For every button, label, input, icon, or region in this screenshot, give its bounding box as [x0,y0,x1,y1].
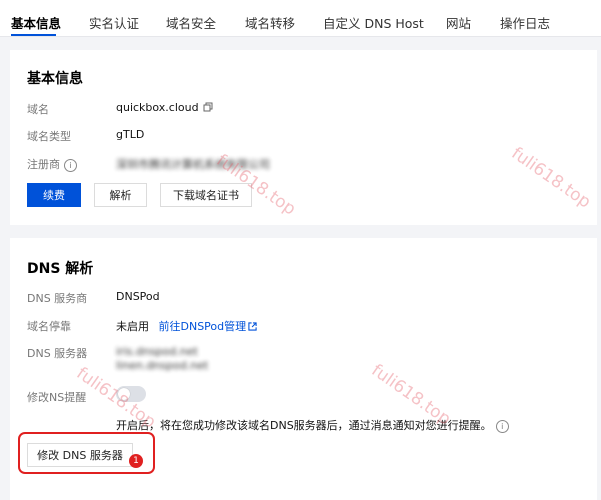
dns-card: DNS 解析 DNS 服务商 DNSPod 域名停靠 未启用 前往DNSPod管… [10,238,597,500]
registrar-value-row: 深圳市腾讯计算机系统有限公司 [116,156,270,172]
dns-title: DNS 解析 [27,261,94,277]
domain-parking-label: 域名停靠 [27,320,71,333]
dns-provider-label: DNS 服务商 [27,292,88,305]
registrar-value: 深圳市腾讯计算机系统有限公司 [116,158,270,171]
domain-type-value: gTLD [116,128,145,141]
domain-value: quickbox.cloud [116,101,199,114]
ns-reminder-toggle[interactable] [116,386,146,402]
download-cert-button[interactable]: 下载域名证书 [160,183,252,207]
tab-basic-info[interactable]: 基本信息 [11,13,61,32]
toggle-knob [118,388,130,400]
domain-parking-status: 未启用 [116,320,149,333]
dnspod-manage-link-text[interactable]: 前往DNSPod管理 [159,320,247,333]
dns-server-2: linen.dnspod.net [116,359,209,372]
basic-info-title: 基本信息 [27,71,83,87]
resolve-button[interactable]: 解析 [94,183,147,207]
tab-custom-dns-host[interactable]: 自定义 DNS Host [323,13,424,32]
dnspod-manage-link[interactable]: 前往DNSPod管理 [159,320,258,333]
info-icon[interactable]: i [64,158,77,172]
basic-info-card: 基本信息 域名 quickbox.cloud 域名类型 gTLD 注册商 i 深圳… [10,50,597,225]
tab-bar: 基本信息 实名认证 域名安全 域名转移 自定义 DNS Host 网站 操作日志 [0,0,601,37]
tab-real-name[interactable]: 实名认证 [89,13,139,32]
domain-value-row: quickbox.cloud [116,101,213,115]
external-link-icon[interactable] [248,321,257,334]
dns-provider-value: DNSPod [116,290,160,303]
dns-servers-label: DNS 服务器 [27,347,88,360]
copy-icon[interactable] [203,102,213,115]
tab-operation-log[interactable]: 操作日志 [500,13,550,32]
dns-server-1: iris.dnspod.net [116,345,198,358]
domain-label: 域名 [27,103,49,116]
domain-parking-row: 未启用 前往DNSPod管理 [116,318,257,334]
registrar-label-row: 注册商 i [27,156,77,172]
tab-website[interactable]: 网站 [446,13,471,32]
domain-type-label: 域名类型 [27,130,71,143]
tab-domain-transfer[interactable]: 域名转移 [245,13,295,32]
note-info-icon[interactable]: i [495,419,509,433]
registrar-label: 注册商 [27,158,60,171]
ns-reminder-note-row: 开启后，将在您成功修改该域名DNS服务器后，通过消息通知对您进行提醒。 i [116,417,509,433]
ns-reminder-label: 修改NS提醒 [27,391,87,404]
ns-reminder-note: 开启后，将在您成功修改该域名DNS服务器后，通过消息通知对您进行提醒。 [116,419,492,432]
active-tab-indicator [11,34,56,36]
dns-servers-list: iris.dnspod.net linen.dnspod.net [116,345,208,373]
step-badge: 1 [129,454,143,468]
modify-dns-servers-button[interactable]: 修改 DNS 服务器 [27,443,133,467]
tab-domain-security[interactable]: 域名安全 [166,13,216,32]
renew-button[interactable]: 续费 [27,183,81,207]
